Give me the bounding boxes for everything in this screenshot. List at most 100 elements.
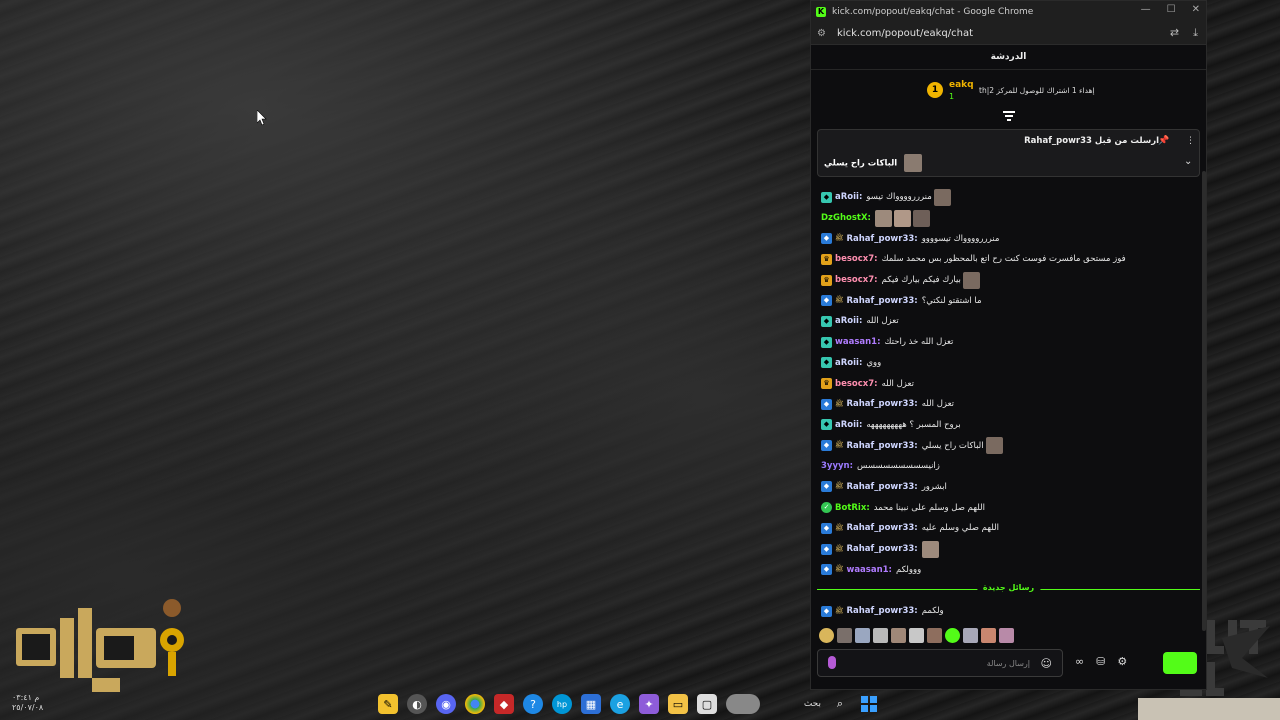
emote[interactable]	[927, 628, 942, 643]
chrome-icon[interactable]	[465, 694, 485, 714]
chat-message: ◆ ﷺ waasan1: ووولكم	[821, 559, 1196, 580]
chat-message: ◆ ﷺ Rahaf_powr33: اللهم صلي وسلم عليه	[821, 518, 1196, 539]
subscriber-badge-icon: ◆	[821, 564, 832, 576]
more-options-icon[interactable]: ⋮	[1186, 136, 1195, 146]
file-explorer-icon[interactable]: ▭	[668, 694, 688, 714]
chat-username[interactable]: besocx7:	[835, 379, 878, 389]
chat-username[interactable]: aRoii:	[835, 358, 862, 368]
chat-username[interactable]: Rahaf_powr33:	[846, 234, 917, 244]
chat-emote	[985, 437, 1003, 455]
emote[interactable]	[909, 628, 924, 643]
hp-icon[interactable]: hp	[552, 694, 572, 714]
emote[interactable]	[963, 628, 978, 643]
chevron-down-icon[interactable]: ⌄	[1184, 156, 1192, 167]
gift-icon[interactable]: ⛁	[1096, 655, 1105, 668]
store-icon[interactable]: ▦	[581, 694, 601, 714]
translate-icon[interactable]: ⇄	[1170, 26, 1179, 40]
emoji-icon[interactable]: ☺	[1041, 657, 1052, 670]
search-image-icon[interactable]	[726, 694, 760, 714]
scrollbar[interactable]	[1202, 171, 1206, 631]
shield-icon[interactable]: ◆	[494, 694, 514, 714]
chat-username[interactable]: Rahaf_powr33:	[846, 296, 917, 306]
chat-filter-icon[interactable]	[1003, 111, 1015, 124]
emote[interactable]	[819, 628, 834, 643]
app-icon[interactable]: ◐	[407, 694, 427, 714]
emote[interactable]	[855, 628, 870, 643]
emote[interactable]	[873, 628, 888, 643]
chat-username[interactable]: Rahaf_powr33:	[846, 399, 917, 409]
crown-icon: ﷺ	[835, 441, 844, 450]
chat-username[interactable]: Rahaf_powr33:	[846, 544, 917, 554]
chat-username[interactable]: Rahaf_powr33:	[846, 441, 917, 451]
chat-username[interactable]: besocx7:	[835, 275, 878, 285]
subscriber-badge-icon: ◆	[821, 295, 832, 307]
download-icon[interactable]: ⤓	[1193, 26, 1198, 40]
quick-emote-bar[interactable]	[819, 628, 1014, 643]
chat-username[interactable]: Rahaf_powr33:	[846, 482, 917, 492]
help-icon[interactable]: ?	[523, 694, 543, 714]
chat-username[interactable]: 3yyyn:	[821, 461, 853, 471]
chat-text: الباكات راح يسلي	[921, 440, 984, 451]
taskbar-clock[interactable]: م ٠٣:٤١ ٢٥/٠٧/٠٨	[12, 693, 43, 713]
chrome-popup-window[interactable]: K kick.com/popout/eakq/chat - Google Chr…	[810, 0, 1207, 690]
discord-icon[interactable]: ◉	[436, 694, 456, 714]
chat-message: ◆ aRoii: منررروووواك تيسو	[821, 187, 1196, 208]
window-icon[interactable]: ▢	[697, 694, 717, 714]
windows-start-icon[interactable]	[859, 694, 879, 714]
chat-text: ووي	[866, 357, 882, 368]
chat-username[interactable]: aRoii:	[835, 420, 862, 430]
send-button[interactable]	[1163, 652, 1197, 674]
copilot-icon[interactable]: ✦	[639, 694, 659, 714]
chat-text: ووولكم	[895, 564, 922, 575]
desktop-logo	[12, 598, 192, 698]
sticky-notes-icon[interactable]: ✎	[378, 694, 398, 714]
subscriber-badge-icon: ◆	[821, 543, 832, 555]
new-messages-label: رسائل جديدة	[976, 583, 1041, 592]
pinned-message[interactable]: 📌 ⋮ ارسلت من قبل Rahaf_powr33 الباكات را…	[817, 129, 1200, 177]
minimize-button[interactable]: —	[1141, 4, 1151, 15]
chat-username[interactable]: BotRix:	[835, 503, 870, 513]
chat-message: ♛ besocx7: تعزل الله	[821, 373, 1196, 394]
emote[interactable]	[837, 628, 852, 643]
mic-icon[interactable]	[828, 656, 836, 669]
emote[interactable]	[981, 628, 996, 643]
chat-username[interactable]: Rahaf_powr33:	[846, 606, 917, 616]
chat-input[interactable]: إرسال رسالة ☺	[817, 649, 1063, 677]
chat-username[interactable]: aRoii:	[835, 192, 862, 202]
taskbar-search[interactable]: بحث	[769, 699, 821, 709]
edge-icon[interactable]: e	[610, 694, 630, 714]
kick-favicon-icon: K	[816, 6, 826, 17]
chat-text: تعزل الله	[881, 378, 914, 389]
chat-text: تعزل الله خذ راحتك	[884, 337, 954, 348]
address-bar[interactable]: ⚙ kick.com/popout/eakq/chat ⇄ ⤓	[811, 22, 1206, 45]
subscriber-badge-icon: ◆	[821, 357, 832, 369]
chat-text: منررروووواك تيسوووو	[921, 233, 1000, 244]
verified-badge-icon: ✓	[821, 502, 832, 514]
chat-username[interactable]: waasan1:	[846, 565, 891, 575]
chat-message-list[interactable]: ◆ aRoii: منررروووواك تيسو DzGhostX: ◆ ﷺ Rahaf_…	[821, 187, 1196, 580]
chat-username[interactable]: DzGhostX:	[821, 213, 871, 223]
chat-username[interactable]: besocx7:	[835, 254, 878, 264]
subscriber-badge-icon: ♛	[821, 253, 832, 265]
emote[interactable]	[945, 628, 960, 643]
site-info-icon[interactable]: ⚙	[817, 28, 831, 39]
pin-icon[interactable]: 📌	[1158, 136, 1169, 146]
chat-username[interactable]: aRoii:	[835, 316, 862, 326]
maximize-button[interactable]: ☐	[1167, 4, 1176, 15]
close-button[interactable]: ✕	[1192, 4, 1200, 15]
gift-leaderboard[interactable]: 1 eakq 1 th|إهداء 1 اشتراك للوصول للمركز…	[811, 70, 1206, 114]
chat-username[interactable]: waasan1:	[835, 337, 880, 347]
address-url[interactable]: kick.com/popout/eakq/chat	[837, 28, 973, 39]
chat-message: ◆ ﷺ Rahaf_powr33: ما اشتقتو لنكتي؟	[821, 290, 1196, 311]
chat-username[interactable]: Rahaf_powr33:	[846, 523, 917, 533]
chat-input-row[interactable]: إرسال رسالة ☺ ∞ ⛁ ⚙	[817, 649, 1200, 679]
chat-message: ◆ aRoii: بروح المسبر ؟ هههههههههه	[821, 415, 1196, 436]
search-icon[interactable]: ⌕	[830, 694, 850, 714]
settings-icon[interactable]: ⚙	[1117, 655, 1127, 668]
crown-icon: ﷺ	[835, 482, 844, 491]
emote[interactable]	[891, 628, 906, 643]
infinity-icon[interactable]: ∞	[1075, 655, 1084, 668]
chat-emote	[874, 209, 892, 227]
emote[interactable]	[999, 628, 1014, 643]
window-titlebar[interactable]: K kick.com/popout/eakq/chat - Google Chr…	[811, 1, 1206, 22]
